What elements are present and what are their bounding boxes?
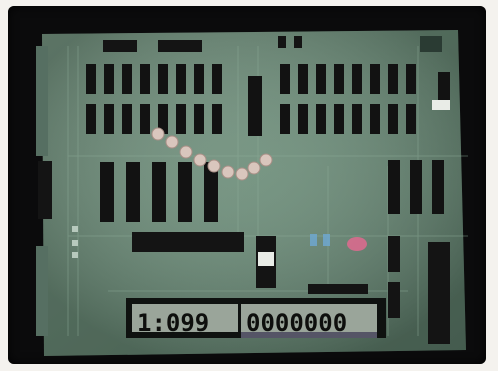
ic-chip xyxy=(388,104,398,134)
ic-chip xyxy=(122,64,132,94)
ic-chip xyxy=(152,162,166,222)
ic-chip xyxy=(352,104,362,134)
ic-chip xyxy=(122,104,132,134)
ic-chip xyxy=(104,64,114,94)
bead xyxy=(259,153,273,167)
ic-chip xyxy=(212,104,222,134)
ic-chip xyxy=(86,104,96,134)
ic-chip xyxy=(370,64,380,94)
ic-chip xyxy=(140,104,150,134)
bead xyxy=(221,165,235,179)
ic-chip xyxy=(406,64,416,94)
ic-chip xyxy=(194,64,204,94)
ic-chip xyxy=(316,64,326,94)
ic-chip xyxy=(432,160,444,214)
bead xyxy=(235,167,249,181)
ic-chip xyxy=(280,64,290,94)
display-time-readout: 1:099 xyxy=(137,309,210,337)
bead xyxy=(247,161,261,175)
bead xyxy=(193,153,207,167)
ic-chip xyxy=(248,76,262,136)
ic-chip xyxy=(334,64,344,94)
monitor-bezel: 1:099 0000000 xyxy=(8,6,486,364)
bead xyxy=(179,145,193,159)
ic-chip xyxy=(388,64,398,94)
ic-chip xyxy=(298,104,308,134)
ic-chip xyxy=(316,104,326,134)
ic-chip xyxy=(432,100,450,110)
bead xyxy=(165,135,179,149)
ic-chip xyxy=(104,104,114,134)
ic-chip xyxy=(334,104,344,134)
bead xyxy=(207,159,221,173)
display-count-readout: 0000000 xyxy=(246,309,348,337)
ic-chip xyxy=(140,64,150,94)
ic-chip xyxy=(406,104,416,134)
bead xyxy=(151,127,165,141)
ic-chip xyxy=(370,104,380,134)
ic-chip xyxy=(176,104,186,134)
ic-chip xyxy=(410,160,422,214)
ic-chip xyxy=(158,64,168,94)
ic-chip xyxy=(280,104,290,134)
ic-chip xyxy=(86,64,96,94)
ic-chip xyxy=(298,64,308,94)
ic-chip xyxy=(388,160,400,214)
ic-chip xyxy=(438,72,450,102)
ic-chip xyxy=(194,104,204,134)
ic-chip xyxy=(100,162,114,222)
ic-chip xyxy=(212,64,222,94)
ic-chip xyxy=(178,162,192,222)
ic-chip xyxy=(352,64,362,94)
ic-chip xyxy=(126,162,140,222)
photo-frame: 1:099 0000000 xyxy=(0,0,498,371)
ic-chip xyxy=(176,64,186,94)
